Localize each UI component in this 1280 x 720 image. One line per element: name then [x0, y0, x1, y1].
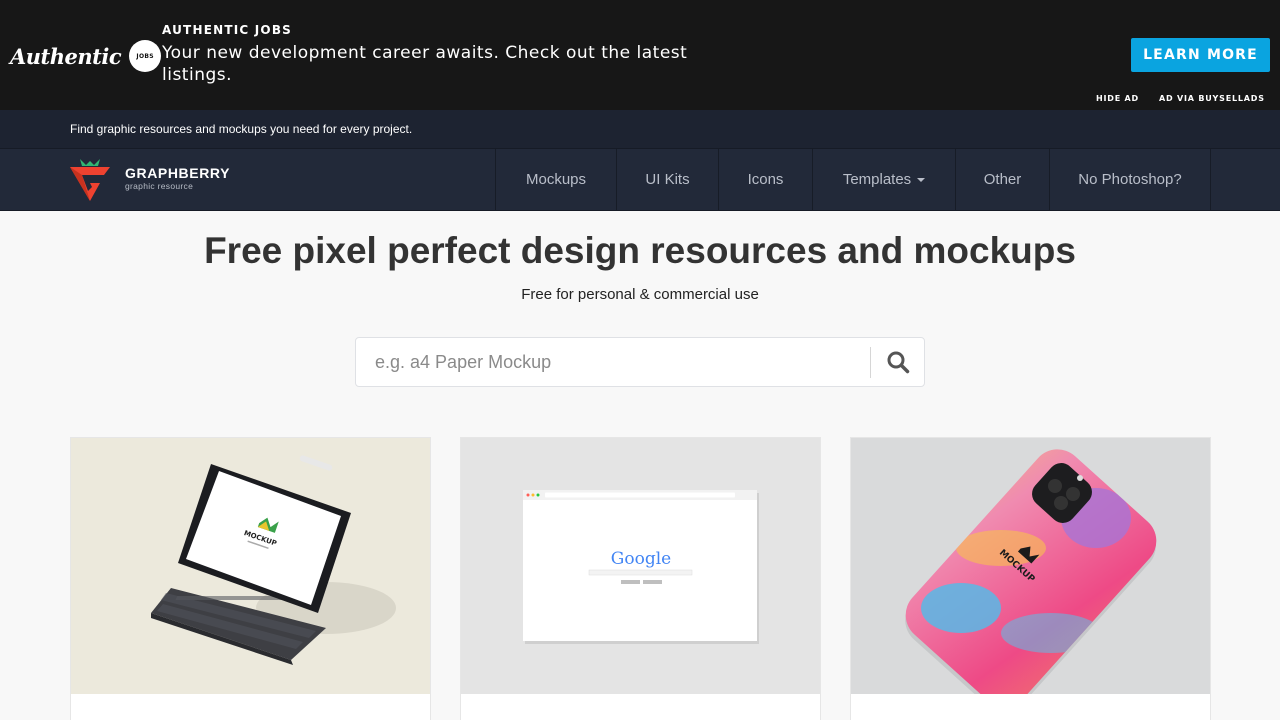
brand-name: GRAPHBERRY [125, 165, 231, 181]
site-tagline: Find graphic resources and mockups you n… [70, 122, 413, 136]
search-divider [870, 347, 871, 378]
authentic-jobs-logo[interactable]: Authentic JOBS [10, 36, 162, 76]
ad-via-buysellads-link[interactable]: AD VIA BUYSELLADS [1159, 94, 1265, 103]
search-input[interactable] [357, 339, 867, 385]
browser-window-mockup-image[interactable]: Google [461, 438, 820, 694]
nav-item-label: Icons [747, 171, 784, 188]
ad-heading: AUTHENTIC JOBS [162, 23, 293, 37]
search-button[interactable] [872, 339, 924, 385]
main-navbar: GRAPHBERRY graphic resource Mockups UI K… [0, 148, 1280, 211]
tagline-strip: Find graphic resources and mockups you n… [0, 110, 1280, 148]
nav-item-icons[interactable]: Icons [718, 149, 812, 210]
nav-item-templates[interactable]: Templates [812, 149, 955, 210]
search-box [355, 337, 925, 387]
ipad-keyboard-mockup-image[interactable]: MOCKUP [71, 438, 430, 694]
hide-ad-link[interactable]: HIDE AD [1096, 94, 1139, 103]
nav-menu: Mockups UI Kits Icons Templates Other No… [495, 149, 1211, 210]
card-2-mock-label: Google [611, 549, 671, 569]
nav-item-label: UI Kits [645, 171, 690, 188]
nav-item-other[interactable]: Other [955, 149, 1049, 210]
ad-body-text[interactable]: Your new development career awaits. Chec… [162, 42, 762, 86]
page-title: Free pixel perfect design resources and … [204, 230, 1076, 271]
resource-card[interactable]: MOCKUP [70, 437, 431, 720]
nav-item-label: No Photoshop? [1078, 171, 1182, 188]
nav-item-no-photoshop[interactable]: No Photoshop? [1049, 149, 1211, 210]
ad-banner: Authentic JOBS AUTHENTIC JOBS Your new d… [0, 0, 1280, 110]
site-logo[interactable]: GRAPHBERRY graphic resource [70, 157, 240, 201]
ad-logo-script: Authentic [10, 43, 122, 69]
learn-more-button[interactable]: LEARN MORE [1131, 38, 1270, 72]
brand-text: GRAPHBERRY graphic resource [125, 166, 230, 192]
brand-subtitle: graphic resource [125, 181, 194, 191]
nav-item-label: Templates [842, 171, 912, 188]
resource-card[interactable]: Google [460, 437, 821, 720]
nav-item-mockups[interactable]: Mockups [495, 149, 616, 210]
page-subtitle: Free for personal & commercial use [521, 286, 759, 303]
ad-logo-badge: JOBS [129, 40, 162, 72]
nav-item-ui-kits[interactable]: UI Kits [616, 149, 718, 210]
caret-down-icon [917, 177, 926, 182]
search-icon [887, 351, 910, 374]
nav-item-label: Mockups [525, 171, 587, 188]
nav-item-label: Other [983, 171, 1022, 188]
graphberry-logo-icon [70, 159, 110, 201]
resource-card[interactable]: MOCKUP [850, 437, 1211, 720]
phone-case-mockup-image[interactable]: MOCKUP [851, 438, 1210, 694]
